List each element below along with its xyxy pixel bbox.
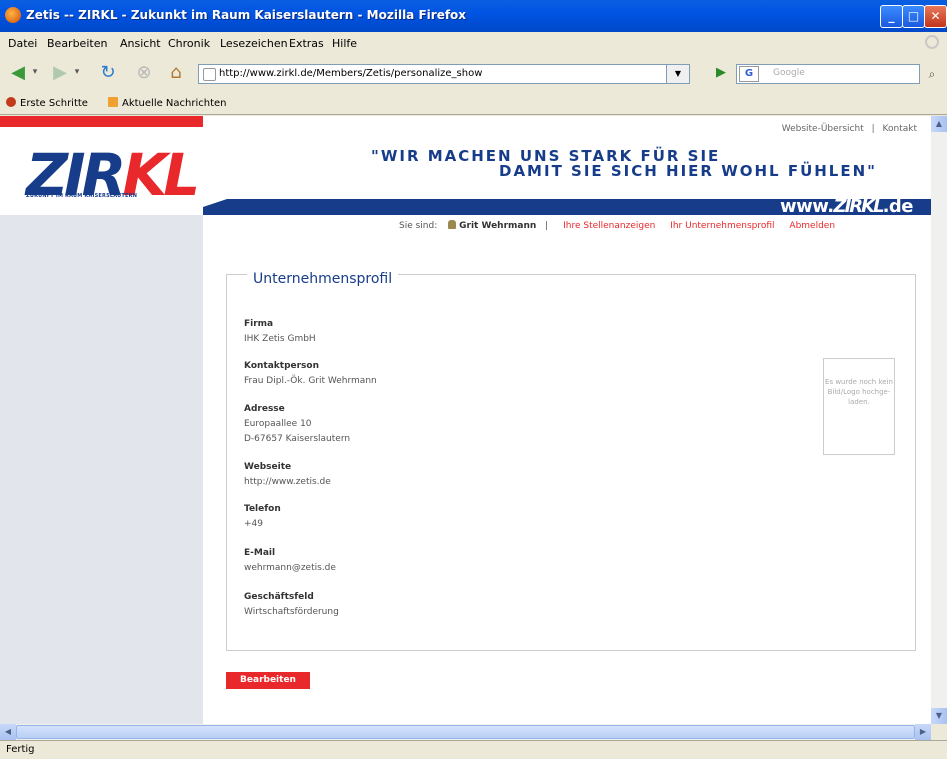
scroll-down-icon[interactable]: ▼ <box>931 708 947 724</box>
bookmark-erste-schritte[interactable]: Erste Schritte <box>6 97 88 109</box>
menu-datei[interactable]: Datei <box>8 37 37 50</box>
window-title: Zetis -- ZIRKL - Zukunkt im Raum Kaisers… <box>26 8 467 22</box>
slogan-line-2: DAMIT SIE SICH HIER WOHL FÜHLEN" <box>499 162 877 180</box>
logo-subtitle: ZUKUNFT IM RAUM KAISERSLAUTERN <box>26 193 138 199</box>
status-text: Fertig <box>6 744 35 755</box>
field-geschaeftsfeld: Geschäftsfeld Wirtschaftsförderung <box>244 592 339 617</box>
field-telefon: Telefon +49 <box>244 504 281 529</box>
field-kontaktperson: Kontaktperson Frau Dipl.-Ök. Grit Wehrma… <box>244 361 377 386</box>
horizontal-scroll-thumb[interactable] <box>16 725 915 739</box>
go-icon[interactable]: ▶ <box>712 63 730 83</box>
forward-dropdown-icon[interactable]: ▾ <box>72 60 82 84</box>
menu-bar: Datei Bearbeiten Ansicht Chronik Lesezei… <box>0 32 947 54</box>
edit-button[interactable]: Bearbeiten <box>226 672 310 689</box>
search-icon[interactable]: ⌕ <box>922 64 942 84</box>
link-kontakt[interactable]: Kontakt <box>883 124 917 134</box>
link-stellenanzeigen[interactable]: Ihre Stellenanzeigen <box>563 221 655 231</box>
link-website-uebersicht[interactable]: Website-Übersicht <box>782 124 864 134</box>
scroll-right-icon[interactable]: ▶ <box>915 724 931 740</box>
rss-icon <box>108 97 118 107</box>
scroll-up-icon[interactable]: ▲ <box>931 116 947 132</box>
top-links: Website-Übersicht | Kontakt <box>781 124 917 134</box>
menu-ansicht[interactable]: Ansicht <box>120 37 161 50</box>
throbber-icon <box>925 35 939 49</box>
page-favicon-icon <box>203 68 216 81</box>
bookmark-icon <box>6 97 16 107</box>
address-bar[interactable]: http://www.zirkl.de/Members/Zetis/person… <box>198 64 690 84</box>
menu-chronik[interactable]: Chronik <box>168 37 210 50</box>
address-url[interactable]: http://www.zirkl.de/Members/Zetis/person… <box>219 68 482 79</box>
close-button[interactable]: ✕ <box>924 5 947 28</box>
stop-icon[interactable]: ⊗ <box>132 60 156 84</box>
user-name: Grit Wehrmann <box>459 221 537 231</box>
browser-window: Zetis -- ZIRKL - Zukunkt im Raum Kaisers… <box>0 0 947 758</box>
menu-bearbeiten[interactable]: Bearbeiten <box>47 37 107 50</box>
logo-image-placeholder: Es wurde noch kein Bild/Logo hochge-lade… <box>823 358 895 455</box>
firefox-icon <box>5 7 21 23</box>
link-abmelden[interactable]: Abmelden <box>789 221 835 231</box>
www-zirkl-banner: www.ZIRKL.de <box>779 196 914 217</box>
field-adresse: Adresse Europaallee 10 D-67657 Kaisersla… <box>244 404 351 444</box>
search-box[interactable]: G Google <box>736 64 920 84</box>
navigation-toolbar: ◀ ▾ ▶ ▾ ↻ ⊗ ⌂ http://www.zirkl.de/Member… <box>0 54 947 90</box>
horizontal-scrollbar[interactable]: ◀ ▶ <box>0 724 931 740</box>
back-dropdown-icon[interactable]: ▾ <box>30 60 40 84</box>
back-icon[interactable]: ◀ <box>6 60 30 84</box>
title-bar: Zetis -- ZIRKL - Zukunkt im Raum Kaisers… <box>0 0 947 32</box>
status-bar: Fertig <box>0 740 947 759</box>
bookmarks-toolbar: Erste Schritte Aktuelle Nachrichten <box>0 92 947 115</box>
field-email: E-Mail wehrmann@zetis.de <box>244 548 336 573</box>
red-top-bar <box>0 116 203 127</box>
left-sidebar <box>0 215 203 724</box>
user-bar: Sie sind: Grit Wehrmann | Ihre Stellenan… <box>399 220 836 231</box>
search-input[interactable]: Google <box>773 68 805 78</box>
user-icon <box>448 220 457 229</box>
bookmark-aktuelle-nachrichten[interactable]: Aktuelle Nachrichten <box>108 97 227 109</box>
menu-hilfe[interactable]: Hilfe <box>332 37 357 50</box>
page-viewport: ZIRKL ZUKUNFT IM RAUM KAISERSLAUTERN Web… <box>0 116 931 724</box>
search-engine-icon[interactable]: G <box>739 66 759 82</box>
maximize-button[interactable]: □ <box>902 5 925 28</box>
field-firma: Firma IHK Zetis GmbH <box>244 319 316 344</box>
profile-heading: Unternehmensprofil <box>247 271 399 287</box>
field-webseite: Webseite http://www.zetis.de <box>244 462 331 487</box>
link-unternehmensprofil[interactable]: Ihr Unternehmensprofil <box>670 221 774 231</box>
reload-icon[interactable]: ↻ <box>96 60 120 84</box>
home-icon[interactable]: ⌂ <box>164 60 188 84</box>
menu-extras[interactable]: Extras <box>289 37 324 50</box>
scroll-left-icon[interactable]: ◀ <box>0 724 16 740</box>
url-dropdown-icon[interactable]: ▼ <box>666 64 690 84</box>
forward-icon[interactable]: ▶ <box>48 60 72 84</box>
vertical-scrollbar[interactable]: ▲ ▼ <box>931 116 947 724</box>
menu-lesezeichen[interactable]: Lesezeichen <box>220 37 288 50</box>
minimize-button[interactable]: _ <box>880 5 903 28</box>
